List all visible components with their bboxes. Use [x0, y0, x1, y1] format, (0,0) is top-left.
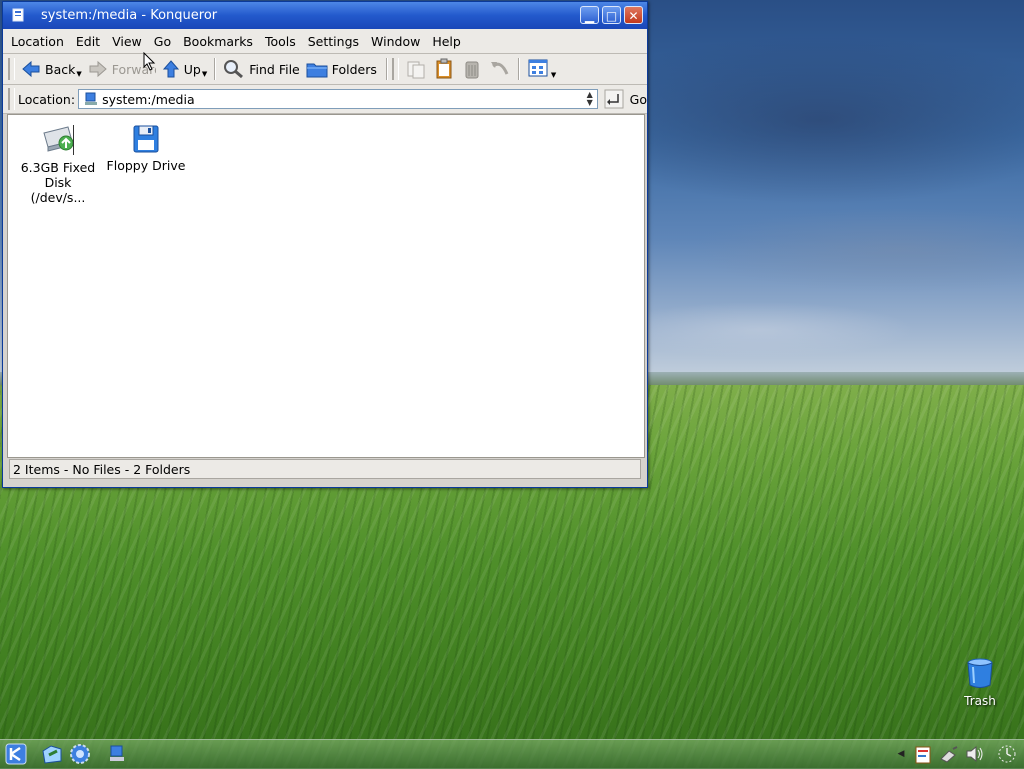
- menu-location[interactable]: Location: [7, 34, 68, 49]
- systray-clock[interactable]: [996, 743, 1018, 765]
- close-button[interactable]: ✕: [624, 6, 643, 24]
- window-titlebar[interactable]: system:/media - Konqueror ▁ □ ✕: [3, 2, 647, 29]
- taskbar-panel: ◀: [0, 739, 1024, 769]
- systray-clipboard[interactable]: [912, 743, 934, 765]
- paste-button[interactable]: [430, 56, 458, 82]
- go-button[interactable]: Go: [604, 89, 647, 109]
- klipper-icon: [915, 746, 931, 764]
- go-enter-icon: [604, 89, 624, 109]
- clock-icon: [998, 745, 1016, 763]
- desktop-trash-label: Trash: [964, 694, 996, 708]
- k-menu-button[interactable]: [4, 743, 28, 765]
- forward-arrow-icon: [89, 60, 107, 78]
- file-label-line1: 6.3GB Fixed: [20, 160, 96, 175]
- globe-gear-icon: [70, 744, 90, 764]
- status-bar: 2 Items - No Files - 2 Folders: [9, 459, 641, 479]
- copy-button[interactable]: [402, 56, 430, 82]
- menu-help[interactable]: Help: [428, 34, 465, 49]
- k-menu-icon: [5, 743, 27, 765]
- folder-icon: [306, 63, 328, 78]
- hard-disk-icon: [43, 125, 74, 155]
- file-item-floppy[interactable]: Floppy Drive: [106, 123, 186, 173]
- main-toolbar: Back ▼ Forward Up ▼ Find File: [3, 54, 647, 85]
- up-button[interactable]: Up ▼: [159, 56, 210, 82]
- icon-view-icon: [528, 59, 548, 77]
- minimize-button[interactable]: ▁: [580, 6, 599, 24]
- up-dropdown-icon[interactable]: ▼: [202, 70, 207, 78]
- back-arrow-icon: [22, 60, 40, 78]
- menu-tools[interactable]: Tools: [261, 34, 300, 49]
- up-label: Up: [183, 61, 201, 77]
- location-input[interactable]: system:/media ▲ ▼: [78, 89, 598, 109]
- up-arrow-icon: [162, 60, 179, 78]
- launcher-browser[interactable]: [68, 743, 92, 765]
- undo-button[interactable]: [486, 56, 514, 82]
- menu-view[interactable]: View: [108, 34, 146, 49]
- folders-label: Folders: [331, 61, 377, 77]
- file-label-line2: Disk (/dev/s...: [30, 175, 86, 205]
- systray-volume[interactable]: [964, 743, 986, 765]
- menu-settings[interactable]: Settings: [304, 34, 363, 49]
- toolbar-separator: [517, 58, 520, 80]
- desktop-trash[interactable]: Trash: [952, 658, 1008, 708]
- toolbar-separator: [385, 58, 388, 80]
- menubar: Location Edit View Go Bookmarks Tools Se…: [3, 29, 647, 54]
- trash-icon: [967, 658, 993, 688]
- location-value[interactable]: system:/media: [102, 92, 195, 107]
- clipboard-icon: [436, 58, 452, 79]
- location-toolbar: Location: system:/media ▲ ▼ Go: [3, 85, 647, 114]
- menu-edit[interactable]: Edit: [72, 34, 104, 49]
- launcher-home[interactable]: [40, 743, 64, 765]
- konqueror-app-icon[interactable]: [11, 8, 27, 24]
- trash-button[interactable]: [458, 56, 486, 82]
- find-file-button[interactable]: Find File: [220, 56, 303, 82]
- copy-icon: [407, 61, 425, 79]
- computer-icon: [85, 92, 98, 105]
- folders-button[interactable]: Folders: [303, 56, 380, 82]
- konqueror-window: system:/media - Konqueror ▁ □ ✕ Location…: [2, 1, 648, 488]
- trash-can-icon: [465, 61, 479, 79]
- file-item-hard-disk[interactable]: 6.3GB Fixed Disk (/dev/s...: [18, 123, 98, 205]
- menu-bookmarks[interactable]: Bookmarks: [179, 34, 257, 49]
- view-mode-button[interactable]: ▼: [524, 56, 559, 82]
- go-label: Go: [629, 91, 647, 107]
- back-dropdown-icon[interactable]: ▼: [76, 70, 81, 78]
- toolbar-separator: [214, 58, 217, 80]
- network-plug-icon: [940, 746, 958, 763]
- file-view[interactable]: 6.3GB Fixed Disk (/dev/s... Floppy Drive: [7, 114, 645, 458]
- find-file-label: Find File: [249, 61, 300, 77]
- systray-arrow-icon[interactable]: ◀: [896, 743, 906, 765]
- view-mode-dropdown-icon[interactable]: ▼: [551, 71, 556, 79]
- file-label-line1: Floppy Drive: [106, 158, 186, 173]
- menu-window[interactable]: Window: [367, 34, 424, 49]
- mouse-cursor-icon: [143, 52, 156, 71]
- toolbar-handle[interactable]: [8, 88, 15, 110]
- window-title: system:/media - Konqueror: [41, 8, 218, 23]
- speaker-icon: [966, 745, 983, 763]
- location-label: Location:: [17, 91, 76, 107]
- back-button[interactable]: Back ▼: [18, 56, 85, 82]
- maximize-button[interactable]: □: [602, 6, 621, 24]
- home-folder-icon: [42, 745, 62, 764]
- systray-network[interactable]: [938, 743, 960, 765]
- back-label: Back: [45, 61, 76, 77]
- toolbar-handle[interactable]: [391, 58, 399, 80]
- magnifier-icon: [224, 60, 244, 79]
- menu-go[interactable]: Go: [150, 34, 175, 49]
- location-combo-arrows-icon[interactable]: ▲ ▼: [584, 91, 596, 107]
- konqueror-taskbar-icon: [110, 745, 124, 761]
- undo-icon: [490, 62, 509, 75]
- floppy-icon: [133, 125, 159, 153]
- taskbar-item-konqueror[interactable]: [106, 743, 128, 765]
- toolbar-handle[interactable]: [8, 58, 15, 80]
